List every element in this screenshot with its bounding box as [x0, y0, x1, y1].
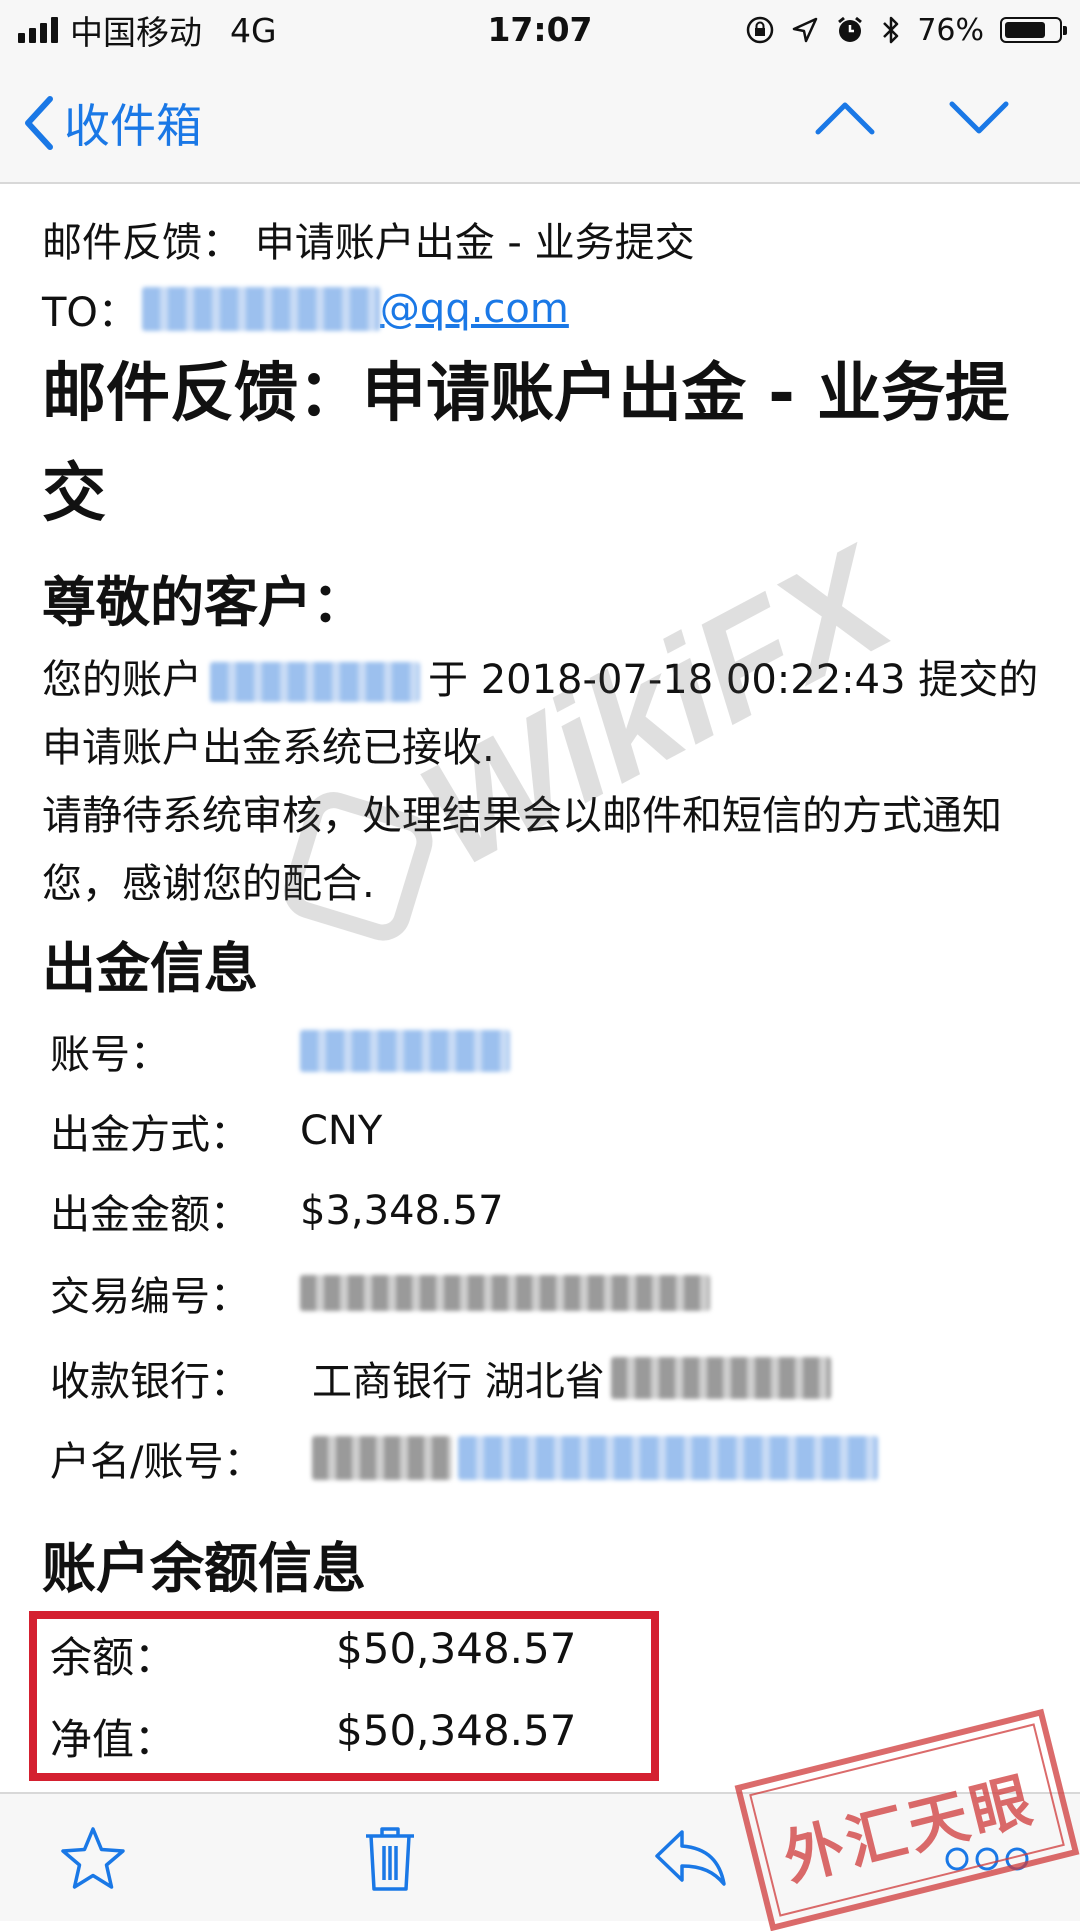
message-navigation: [814, 98, 1010, 142]
bottom-toolbar: [0, 1792, 1080, 1921]
redacted-holder-name: [312, 1436, 452, 1480]
battery-fill: [1005, 22, 1045, 38]
redacted-holder-account: [458, 1436, 878, 1480]
redacted-account-number: [210, 662, 420, 702]
bank-value: 工商银行 湖北省: [312, 1359, 605, 1405]
chevron-up-icon: [815, 102, 875, 135]
chevron-left-icon: [25, 96, 53, 150]
mail-nav-bar: 收件箱: [0, 62, 1080, 184]
greeting-heading: 尊敬的客户：: [42, 571, 366, 634]
star-icon: [61, 1827, 125, 1889]
amount-row: 出金金额： $3,348.57: [50, 1182, 504, 1240]
delete-button[interactable]: [362, 1824, 418, 1898]
battery-icon: [1000, 17, 1067, 43]
flag-button[interactable]: [58, 1824, 128, 1898]
location-icon: [793, 17, 818, 43]
to-label: TO：: [42, 290, 138, 336]
battery-percent: 76%: [917, 12, 984, 48]
recipient-email-link[interactable]: @qq.com: [380, 286, 569, 332]
redacted-transaction-id: [300, 1275, 710, 1311]
body-paragraph: 您的账户于 2018-07-18 00:22:43 提交的申请账户出金系统已接收…: [42, 646, 1042, 918]
bank-label: 收款银行：: [50, 1359, 250, 1405]
back-button-label: 收件箱: [64, 99, 202, 153]
chevron-down-icon: [949, 101, 1009, 134]
rotation-lock-icon: [747, 16, 774, 44]
transaction-row: 交易编号：: [50, 1264, 710, 1322]
balance-row: 余额： $50,348.57: [50, 1624, 576, 1685]
redacted-bank-branch: [610, 1357, 831, 1399]
balance-label: 余额：: [50, 1633, 177, 1682]
account-label: 账号：: [50, 1032, 170, 1078]
more-button[interactable]: [944, 1846, 1030, 1876]
amount-value: $3,348.57: [300, 1188, 504, 1234]
email-subject: 邮件反馈： 申请账户出金 - 业务提交: [42, 220, 695, 266]
body-line-2: 请静待系统审核，处理结果会以邮件和短信的方式通知您，感谢您的配合.: [42, 793, 1002, 907]
balance-value: $50,348.57: [336, 1624, 577, 1673]
transaction-label: 交易编号：: [50, 1274, 250, 1320]
email-title: 邮件反馈：申请账户出金 - 业务提交: [42, 357, 1010, 531]
next-message-button[interactable]: [948, 98, 1010, 142]
balance-heading: 账户余额信息: [42, 1537, 366, 1600]
redacted-email-user: [141, 287, 380, 331]
equity-label: 净值：: [50, 1715, 177, 1764]
redacted-account-value: [300, 1030, 510, 1072]
holder-row: 户名/账号：: [50, 1429, 878, 1487]
account-row: 账号：: [50, 1022, 510, 1080]
status-right: 76%: [745, 10, 1067, 50]
equity-row: 净值： $50,348.57: [50, 1706, 576, 1767]
body-prefix: 您的账户: [42, 657, 202, 703]
reply-button[interactable]: [652, 1824, 728, 1894]
amount-label: 出金金额：: [50, 1192, 250, 1238]
withdrawal-heading: 出金信息: [42, 937, 258, 1000]
trash-icon: [366, 1827, 414, 1891]
previous-message-button[interactable]: [814, 98, 876, 142]
reply-icon: [655, 1830, 726, 1886]
equity-value: $50,348.57: [336, 1706, 577, 1755]
method-row: 出金方式： CNY: [50, 1102, 382, 1160]
method-value: CNY: [300, 1108, 383, 1154]
bank-row: 收款银行： 工商银行 湖北省: [50, 1349, 831, 1407]
back-to-inbox-button[interactable]: 收件箱: [22, 90, 202, 156]
alarm-icon: [838, 16, 863, 42]
method-label: 出金方式：: [50, 1112, 250, 1158]
bluetooth-icon: [883, 16, 899, 44]
more-icon: [945, 1847, 1029, 1871]
holder-label: 户名/账号：: [50, 1439, 264, 1485]
status-bar: 中国移动 4G 17:07 76%: [0, 0, 1080, 62]
recipient-line: TO： @qq.com: [42, 280, 569, 338]
